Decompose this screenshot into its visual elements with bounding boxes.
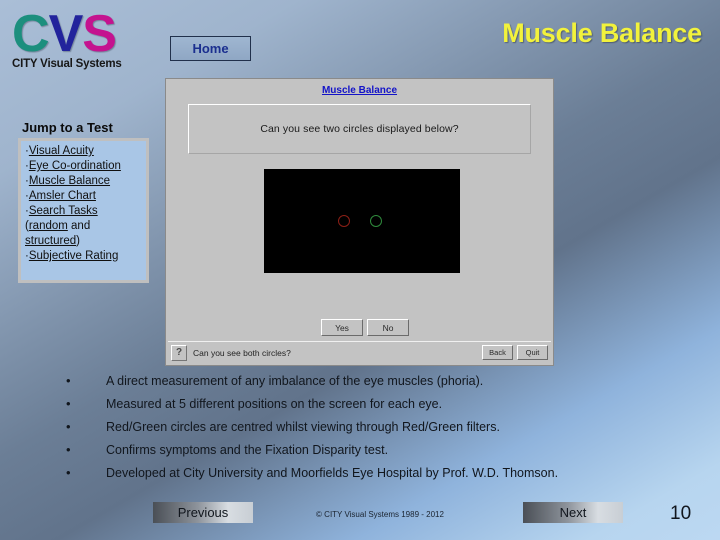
logo-letter-c: C xyxy=(12,5,50,63)
list-item: • Measured at 5 different positions on t… xyxy=(58,395,678,418)
list-item-text: Confirms symptoms and the Fixation Dispa… xyxy=(106,443,389,457)
list-item-text: Red/Green circles are centred whilst vie… xyxy=(106,420,500,434)
quit-button[interactable]: Quit xyxy=(517,345,548,360)
logo-tagline: CITY Visual Systems xyxy=(12,58,122,70)
back-button[interactable]: Back xyxy=(482,345,513,360)
sidebar-item-eye-coordination[interactable]: ·Eye Co-ordination xyxy=(25,159,142,174)
cvs-logo: CVS CITY Visual Systems xyxy=(12,8,162,78)
help-question-mark-icon[interactable]: ? xyxy=(171,344,187,361)
list-bullet-icon: • xyxy=(66,419,71,434)
green-circle-stimulus xyxy=(370,215,382,227)
stimulus-display-area xyxy=(264,169,460,273)
jump-to-test-heading: Jump to a Test xyxy=(22,120,113,135)
list-item-text: Developed at City University and Moorfie… xyxy=(106,466,559,480)
sidebar-item-label: Subjective Rating xyxy=(28,250,119,262)
sidebar-item-search-tasks[interactable]: ·Search Tasks (random and structured) xyxy=(25,204,142,249)
bullet-list: • A direct measurement of any imbalance … xyxy=(58,372,678,487)
sidebar-item-muscle-balance[interactable]: ·Muscle Balance xyxy=(25,174,142,189)
list-item: • A direct measurement of any imbalance … xyxy=(58,372,678,395)
red-circle-stimulus xyxy=(338,215,350,227)
sidebar-item-label: Amsler Chart xyxy=(28,190,96,202)
app-window-title: Muscle Balance xyxy=(321,85,398,96)
sidebar-item-amsler-chart[interactable]: ·Amsler Chart xyxy=(25,189,142,204)
sidebar-sublink-random[interactable]: random xyxy=(29,220,68,232)
next-button[interactable]: Next xyxy=(523,502,623,523)
sidebar-item-subjective-rating[interactable]: ·Subjective Rating xyxy=(25,249,142,264)
sidebar-sublink-structured[interactable]: structured xyxy=(25,235,76,247)
logo-letter-v: V xyxy=(48,5,84,63)
home-button[interactable]: Home xyxy=(170,36,251,61)
logo-wordmark: CVS xyxy=(12,8,162,60)
list-item-text: A direct measurement of any imbalance of… xyxy=(106,374,484,388)
list-item-text: Measured at 5 different positions on the… xyxy=(106,397,443,411)
muscle-balance-app-window: Muscle Balance Can you see two circles d… xyxy=(165,78,554,366)
yes-button[interactable]: Yes xyxy=(321,319,363,336)
logo-letter-s: S xyxy=(82,5,117,63)
page-number: 10 xyxy=(670,503,692,524)
sidebar-item-visual-acuity[interactable]: ·Visual Acuity xyxy=(25,144,142,159)
no-button[interactable]: No xyxy=(367,319,409,336)
search-tasks-conjunction: and xyxy=(67,220,91,232)
search-tasks-close-paren: ) xyxy=(76,235,80,247)
page-title: Muscle Balance xyxy=(502,18,702,48)
jump-to-test-box: ·Visual Acuity ·Eye Co-ordination ·Muscl… xyxy=(18,138,149,283)
question-panel: Can you see two circles displayed below? xyxy=(188,104,531,154)
sidebar-item-label: Visual Acuity xyxy=(28,145,94,157)
slide-canvas: CVS CITY Visual Systems Home Muscle Bala… xyxy=(0,0,720,540)
list-item: • Red/Green circles are centred whilst v… xyxy=(58,418,678,441)
status-bar-text: Can you see both circles? xyxy=(193,347,291,358)
list-item: • Confirms symptoms and the Fixation Dis… xyxy=(58,441,678,464)
question-text: Can you see two circles displayed below? xyxy=(260,123,459,135)
sidebar-item-label: Muscle Balance xyxy=(28,175,111,187)
list-item: • Developed at City University and Moorf… xyxy=(58,464,678,487)
app-status-bar: ? Can you see both circles? Back Quit xyxy=(168,341,551,363)
sidebar-item-label: Search Tasks xyxy=(28,205,98,217)
list-bullet-icon: • xyxy=(66,465,71,480)
sidebar-item-label: Eye Co-ordination xyxy=(28,160,121,172)
previous-button[interactable]: Previous xyxy=(153,502,253,523)
copyright-text: © CITY Visual Systems 1989 - 2012 xyxy=(316,510,444,519)
list-bullet-icon: • xyxy=(66,396,71,411)
list-bullet-icon: • xyxy=(66,442,71,457)
list-bullet-icon: • xyxy=(66,373,71,388)
